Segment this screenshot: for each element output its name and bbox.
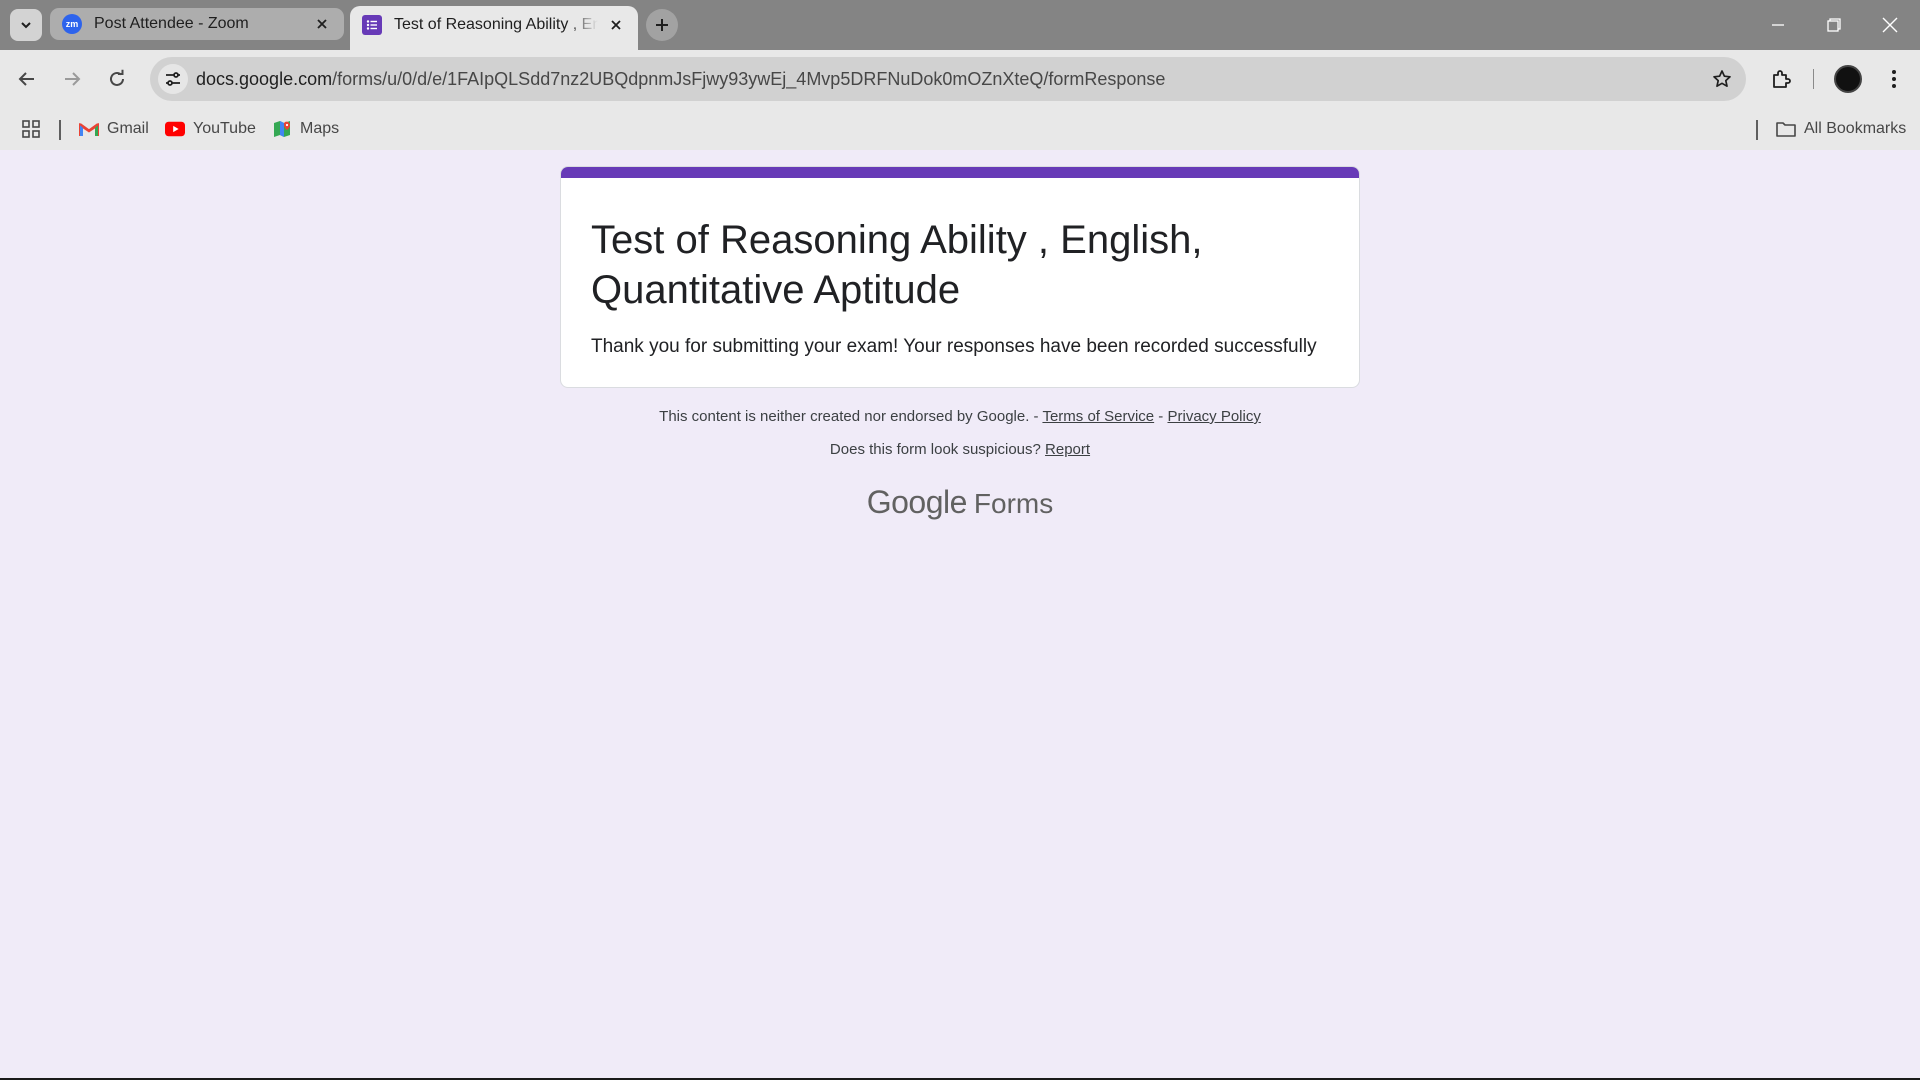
privacy-policy-link[interactable]: Privacy Policy bbox=[1167, 408, 1260, 425]
toolbar-separator bbox=[1813, 69, 1814, 89]
restore-icon bbox=[1827, 18, 1841, 32]
more-vertical-icon bbox=[1892, 70, 1896, 88]
arrow-right-icon bbox=[65, 72, 81, 86]
back-button[interactable] bbox=[9, 61, 45, 97]
footer-disclaimer-line: This content is neither created nor endo… bbox=[0, 408, 1920, 425]
profile-avatar[interactable] bbox=[1834, 65, 1862, 93]
apps-grid-icon bbox=[22, 120, 40, 138]
form-page: Test of Reasoning Ability , English, Qua… bbox=[0, 150, 1920, 1078]
google-forms-favicon-icon bbox=[362, 15, 382, 35]
bookmark-label: Gmail bbox=[107, 120, 149, 137]
gmail-icon bbox=[79, 120, 99, 138]
bookmarks-bar: Gmail YouTube Maps All Bookmarks bbox=[0, 108, 1920, 150]
terms-of-service-link[interactable]: Terms of Service bbox=[1042, 408, 1154, 425]
bookmark-maps[interactable]: Maps bbox=[272, 116, 339, 142]
browser-toolbar: docs.google.com/forms/u/0/d/e/1FAIpQLSdd… bbox=[0, 50, 1920, 108]
footer-report-line: Does this form look suspicious? Report bbox=[0, 441, 1920, 458]
bookmarks-separator bbox=[1756, 120, 1758, 140]
arrow-left-icon bbox=[18, 72, 34, 86]
footer-separator: - bbox=[1154, 408, 1168, 425]
extensions-button[interactable] bbox=[1763, 61, 1799, 97]
form-confirmation-card: Test of Reasoning Ability , English, Qua… bbox=[560, 166, 1360, 388]
disclaimer-text: This content is neither created nor endo… bbox=[659, 408, 1030, 425]
form-accent-bar bbox=[561, 167, 1359, 178]
brand-forms-text: Forms bbox=[973, 488, 1054, 519]
reload-button[interactable] bbox=[99, 61, 135, 97]
minimize-button[interactable] bbox=[1750, 0, 1806, 50]
confirmation-message: Thank you for submitting your exam! Your… bbox=[591, 336, 1317, 357]
footer-separator: - bbox=[1029, 408, 1043, 425]
tab-title: Post Attendee - Zoom bbox=[94, 15, 249, 32]
form-title: Test of Reasoning Ability , English, Qua… bbox=[591, 218, 1203, 312]
url-host: docs.google.com bbox=[196, 69, 333, 89]
suspicious-text: Does this form look suspicious? bbox=[829, 441, 1041, 458]
address-bar[interactable]: docs.google.com/forms/u/0/d/e/1FAIpQLSdd… bbox=[150, 57, 1746, 101]
bookmark-label: Maps bbox=[300, 120, 340, 137]
tab-google-form[interactable]: Test of Reasoning Ability , English, Qua… bbox=[350, 6, 638, 50]
tab-strip: zm Post Attendee - Zoom Test of Reasonin… bbox=[0, 0, 1920, 50]
minimize-icon bbox=[1772, 24, 1784, 26]
chrome-menu-button[interactable] bbox=[1876, 61, 1912, 97]
maps-icon bbox=[272, 120, 292, 138]
tab-title: Test of Reasoning Ability , English, Qua… bbox=[394, 16, 598, 33]
site-info-button[interactable] bbox=[158, 64, 188, 94]
google-forms-logo[interactable]: Google Forms bbox=[0, 484, 1920, 521]
reload-icon bbox=[110, 69, 124, 86]
tab-zoom[interactable]: zm Post Attendee - Zoom bbox=[50, 8, 344, 40]
chevron-down-icon bbox=[21, 22, 31, 29]
bookmark-youtube[interactable]: YouTube bbox=[165, 116, 256, 142]
bookmark-gmail[interactable]: Gmail bbox=[79, 116, 149, 142]
close-icon bbox=[1882, 17, 1898, 33]
all-bookmarks-button[interactable]: All Bookmarks bbox=[1776, 116, 1906, 142]
close-icon bbox=[611, 20, 621, 30]
forward-button[interactable] bbox=[54, 61, 90, 97]
bookmark-star-button[interactable] bbox=[1710, 67, 1734, 91]
youtube-icon bbox=[165, 120, 185, 138]
star-icon bbox=[1713, 70, 1731, 88]
folder-icon bbox=[1776, 120, 1796, 138]
bookmark-label: YouTube bbox=[193, 120, 256, 137]
tune-icon bbox=[166, 72, 180, 86]
url-text[interactable]: docs.google.com/forms/u/0/d/e/1FAIpQLSdd… bbox=[196, 69, 1165, 90]
report-link[interactable]: Report bbox=[1045, 441, 1090, 458]
tab-search-button[interactable] bbox=[10, 9, 42, 41]
restore-button[interactable] bbox=[1806, 0, 1862, 50]
zoom-favicon-icon: zm bbox=[62, 14, 82, 34]
plus-icon bbox=[656, 19, 668, 31]
tab-close-button[interactable] bbox=[312, 14, 332, 34]
new-tab-button[interactable] bbox=[646, 9, 678, 41]
tab-close-button[interactable] bbox=[606, 15, 626, 35]
brand-google-text: Google bbox=[866, 484, 968, 520]
all-bookmarks-label: All Bookmarks bbox=[1804, 120, 1907, 137]
close-icon bbox=[317, 19, 327, 29]
close-window-button[interactable] bbox=[1862, 0, 1918, 50]
apps-button[interactable] bbox=[22, 116, 40, 142]
url-path: /forms/u/0/d/e/1FAIpQLSdd7nz2UBQdpnmJsFj… bbox=[332, 69, 1166, 89]
bookmarks-separator bbox=[59, 120, 61, 140]
puzzle-icon bbox=[1773, 70, 1791, 88]
